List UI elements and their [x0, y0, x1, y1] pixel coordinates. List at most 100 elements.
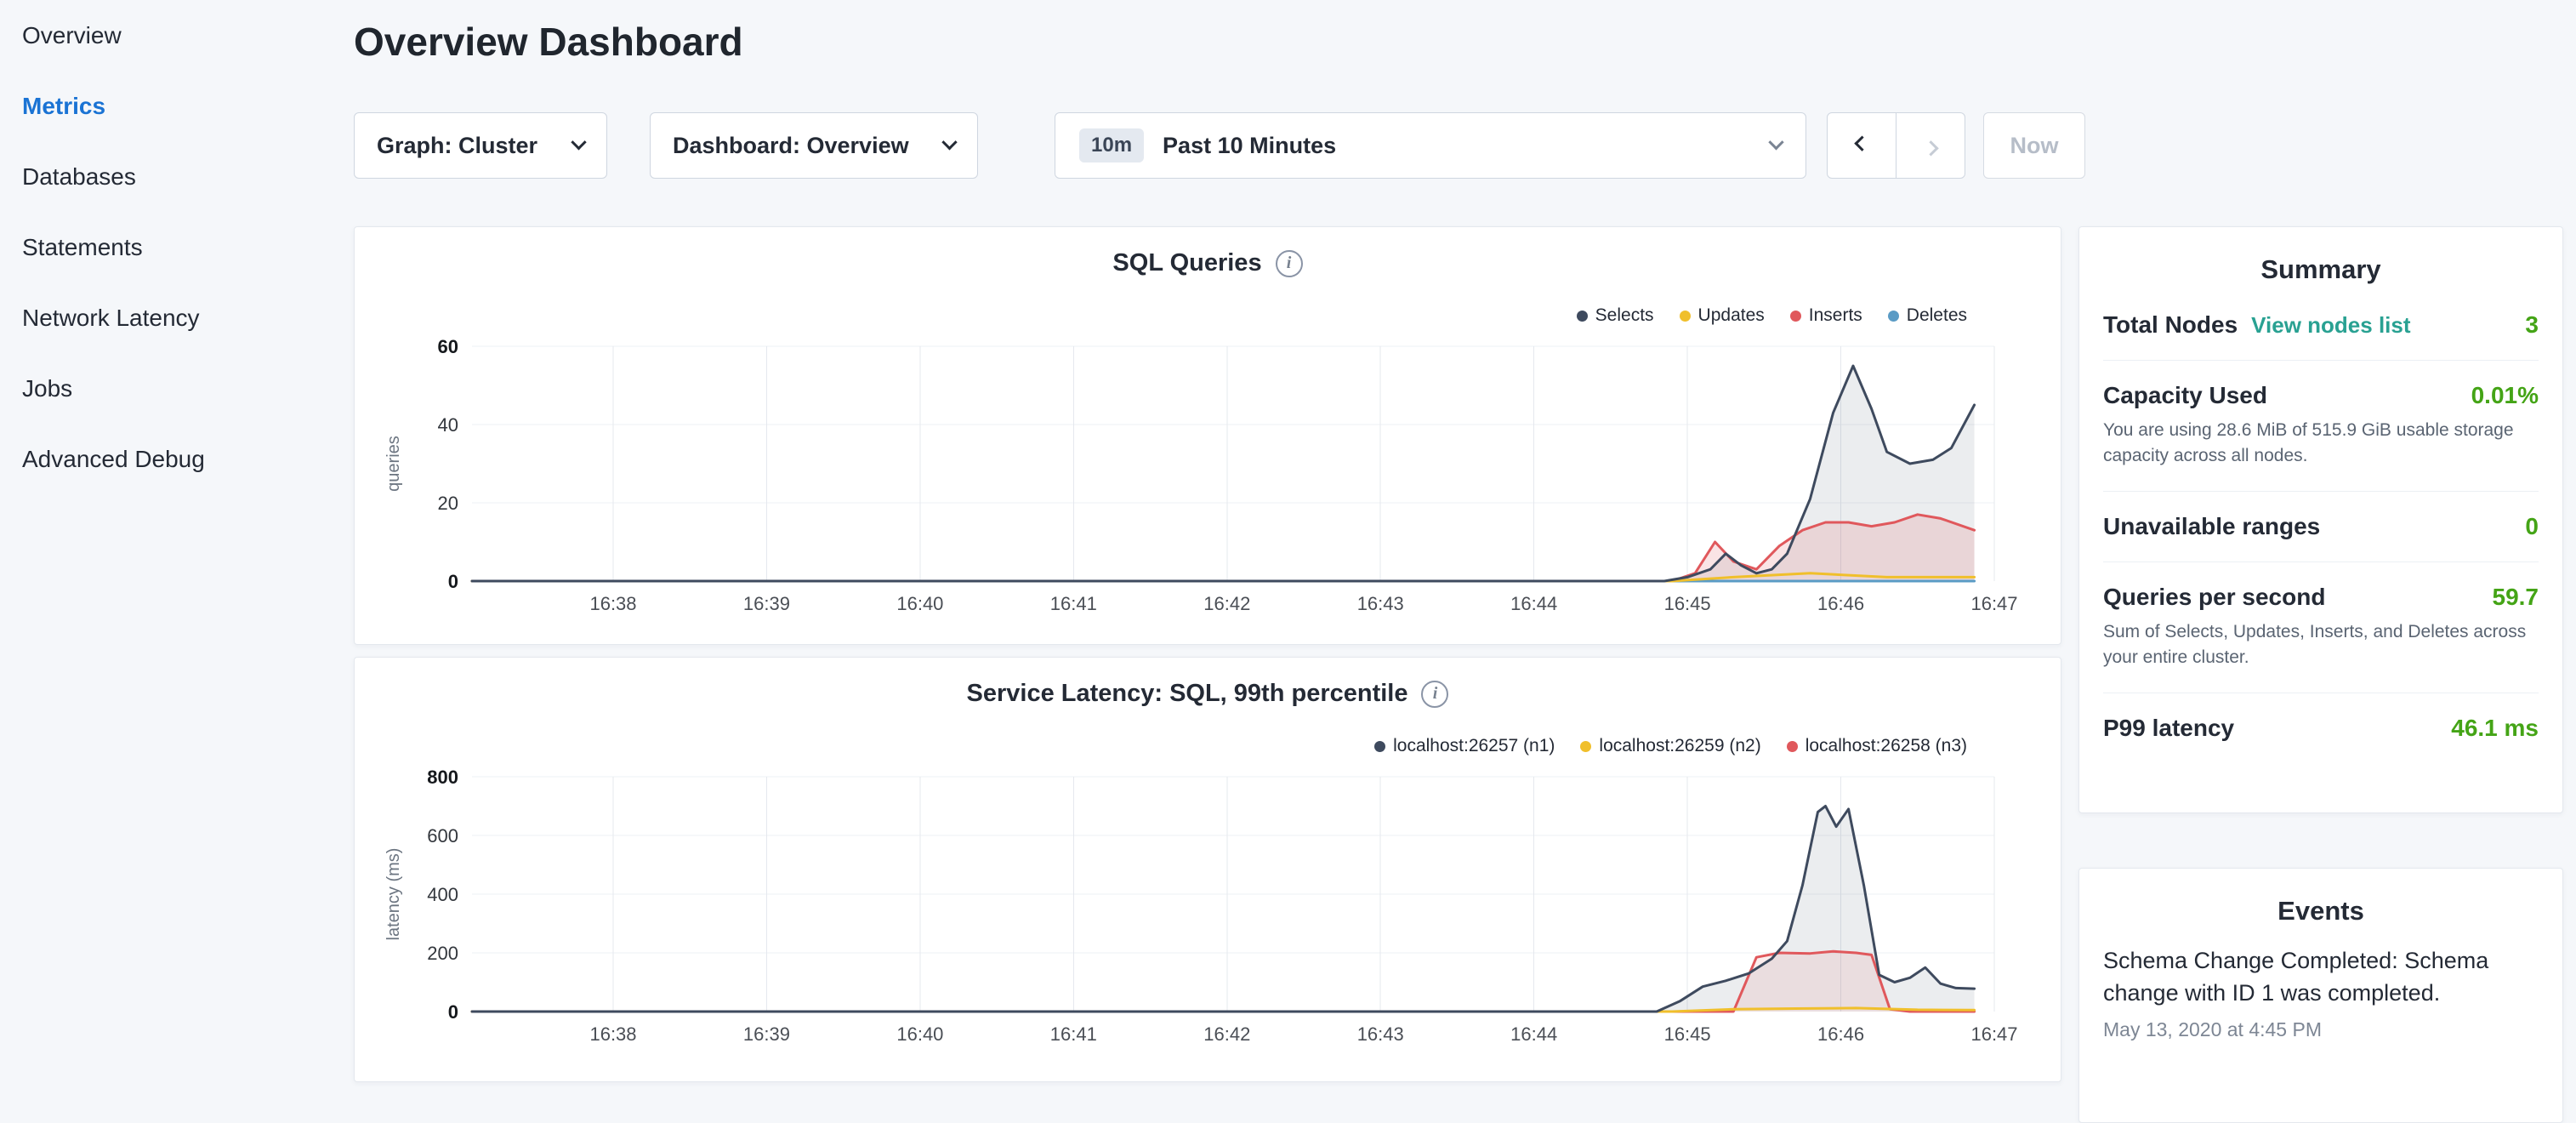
legend-dot	[1374, 741, 1385, 752]
y-tick-label: 60	[438, 336, 458, 357]
summary-row-unavailable-ranges: Unavailable ranges 0	[2103, 492, 2539, 562]
series-area	[472, 951, 1975, 1012]
sql-queries-chart[interactable]: 16:3816:3916:4016:4116:4216:4316:4416:45…	[355, 227, 2062, 646]
service-latency-chart-card: Service Latency: SQL, 99th percentile i …	[354, 657, 2061, 1082]
x-tick-label: 16:47	[1970, 593, 2017, 614]
series-line	[472, 366, 1975, 581]
y-tick-label: 800	[427, 767, 458, 788]
legend-dot	[1790, 311, 1801, 322]
legend-label: localhost:26259 (n2)	[1599, 736, 1760, 756]
x-tick-label: 16:40	[896, 1023, 943, 1045]
y-tick-label: 600	[427, 825, 458, 847]
x-tick-label: 16:46	[1817, 1023, 1864, 1045]
x-tick-label: 16:45	[1664, 1023, 1711, 1045]
y-axis-title: queries	[384, 436, 403, 492]
legend-label: Inserts	[1809, 305, 1862, 326]
x-tick-label: 16:39	[743, 1023, 790, 1045]
sidebar-item-metrics[interactable]: Metrics	[0, 71, 328, 141]
x-tick-label: 16:47	[1970, 1023, 2017, 1045]
legend-item-n3[interactable]: localhost:26258 (n3)	[1787, 736, 1967, 756]
x-tick-label: 16:44	[1510, 593, 1557, 614]
legend-label: Deletes	[1907, 305, 1967, 326]
capacity-description: You are using 28.6 MiB of 515.9 GiB usab…	[2103, 418, 2539, 470]
y-tick-label: 0	[448, 571, 458, 592]
unavailable-ranges-value: 0	[2525, 513, 2539, 540]
chevron-down-icon	[1768, 134, 1783, 150]
summary-row-capacity: Capacity Used 0.01% You are using 28.6 M…	[2103, 361, 2539, 492]
events-heading: Events	[2103, 869, 2539, 932]
sidebar-item-network-latency[interactable]: Network Latency	[0, 282, 328, 353]
y-axis-title: latency (ms)	[384, 848, 403, 941]
y-tick-label: 200	[427, 943, 458, 964]
time-range-dropdown[interactable]: 10m Past 10 Minutes	[1055, 112, 1806, 179]
x-tick-label: 16:42	[1203, 593, 1250, 614]
legend-label: localhost:26257 (n1)	[1393, 736, 1555, 756]
app-screen: Overview Metrics Databases Statements Ne…	[0, 0, 2576, 1052]
chevron-left-icon	[1854, 135, 1869, 151]
page-title: Overview Dashboard	[354, 19, 743, 65]
p99-latency-label: P99 latency	[2103, 715, 2234, 742]
legend-dot	[1888, 311, 1899, 322]
legend-item-updates[interactable]: Updates	[1680, 305, 1765, 326]
x-tick-label: 16:42	[1203, 1023, 1250, 1045]
unavailable-ranges-label: Unavailable ranges	[2103, 513, 2320, 540]
event-timestamp: May 13, 2020 at 4:45 PM	[2103, 1018, 2539, 1041]
legend-item-n2[interactable]: localhost:26259 (n2)	[1580, 736, 1760, 756]
dashboard-dropdown[interactable]: Dashboard: Overview	[650, 112, 978, 179]
x-tick-label: 16:45	[1664, 593, 1711, 614]
y-tick-label: 20	[438, 493, 458, 514]
y-tick-label: 0	[448, 1001, 458, 1023]
series-area	[472, 366, 1975, 581]
now-button[interactable]: Now	[1983, 112, 2085, 179]
event-message: Schema Change Completed: Schema change w…	[2103, 945, 2539, 1010]
time-next-button[interactable]	[1896, 112, 1965, 179]
y-tick-label: 40	[438, 414, 458, 436]
legend-item-selects[interactable]: Selects	[1577, 305, 1654, 326]
x-tick-label: 16:43	[1357, 1023, 1404, 1045]
sidebar-item-jobs[interactable]: Jobs	[0, 353, 328, 424]
service-latency-chart[interactable]: 16:3816:3916:4016:4116:4216:4316:4416:45…	[355, 658, 2062, 1081]
view-nodes-list-link[interactable]: View nodes list	[2251, 312, 2410, 339]
info-icon[interactable]: i	[1276, 250, 1303, 277]
capacity-value: 0.01%	[2471, 382, 2539, 409]
legend-label: Selects	[1595, 305, 1654, 326]
legend-label: localhost:26258 (n3)	[1805, 736, 1967, 756]
capacity-label: Capacity Used	[2103, 382, 2267, 409]
info-icon[interactable]: i	[1421, 681, 1448, 708]
series-area	[472, 515, 1975, 581]
summary-row-qps: Queries per second 59.7 Sum of Selects, …	[2103, 562, 2539, 693]
sidebar-item-statements[interactable]: Statements	[0, 212, 328, 282]
chart-legend: localhost:26257 (n1) localhost:26259 (n2…	[1374, 736, 1967, 756]
x-tick-label: 16:43	[1357, 593, 1404, 614]
y-tick-label: 400	[427, 884, 458, 905]
sql-queries-chart-card: SQL Queries i Selects Updates Inserts De…	[354, 226, 2061, 645]
summary-heading: Summary	[2103, 227, 2539, 290]
qps-label: Queries per second	[2103, 584, 2325, 611]
sidebar-item-databases[interactable]: Databases	[0, 141, 328, 212]
time-range-badge: 10m	[1079, 128, 1144, 162]
legend-item-n1[interactable]: localhost:26257 (n1)	[1374, 736, 1555, 756]
sidebar-item-advanced-debug[interactable]: Advanced Debug	[0, 424, 328, 494]
legend-dot	[1580, 741, 1591, 752]
graph-scope-dropdown[interactable]: Graph: Cluster	[354, 112, 607, 179]
chart-header: SQL Queries i	[355, 249, 2061, 277]
summary-panel: Summary Total Nodes View nodes list 3 Ca…	[2078, 226, 2563, 813]
legend-item-deletes[interactable]: Deletes	[1888, 305, 1967, 326]
chart-legend: Selects Updates Inserts Deletes	[1577, 305, 1967, 326]
sidebar: Overview Metrics Databases Statements Ne…	[0, 0, 328, 1052]
chevron-right-icon	[1923, 140, 1938, 156]
qps-value: 59.7	[2493, 584, 2539, 611]
x-tick-label: 16:46	[1817, 593, 1864, 614]
time-prev-button[interactable]	[1827, 112, 1896, 179]
sidebar-item-overview[interactable]: Overview	[0, 0, 328, 71]
x-tick-label: 16:41	[1050, 593, 1097, 614]
x-tick-label: 16:44	[1510, 1023, 1557, 1045]
chevron-down-icon	[571, 134, 586, 150]
legend-item-inserts[interactable]: Inserts	[1790, 305, 1862, 326]
chart-title: SQL Queries	[1112, 249, 1261, 277]
event-item: Schema Change Completed: Schema change w…	[2103, 945, 2539, 1041]
chart-title: Service Latency: SQL, 99th percentile	[967, 680, 1408, 708]
graph-scope-label: Graph: Cluster	[377, 133, 537, 159]
legend-dot	[1577, 311, 1588, 322]
x-tick-label: 16:38	[589, 1023, 636, 1045]
